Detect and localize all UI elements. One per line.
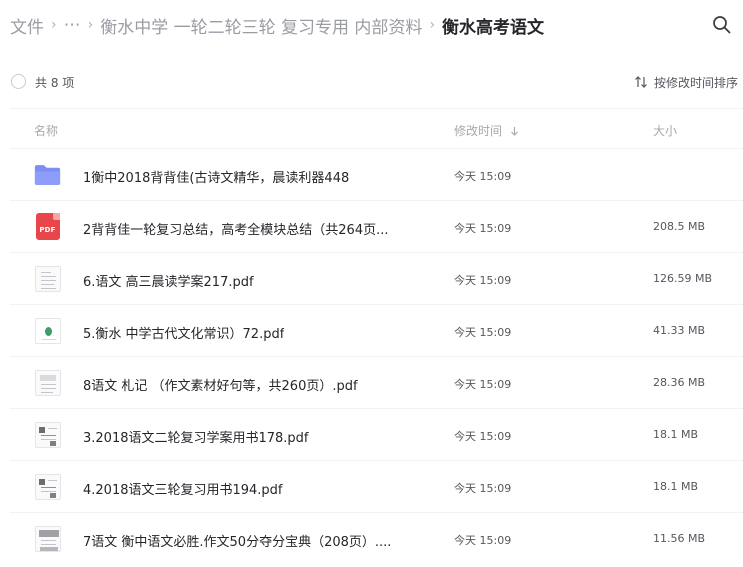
document-thumbnail <box>34 369 61 396</box>
sort-icon <box>635 76 647 88</box>
file-name: 3.2018语文二轮复习学案用书178.pdf <box>83 431 309 446</box>
file-browser: 文件 › ⋯ › 衡水中学 一轮二轮三轮 复习专用 内部资料 › 衡水高考语文 … <box>0 0 743 567</box>
file-name: 1衡中2018背背佳(古诗文精华，晨读利器448 <box>83 171 350 186</box>
file-modified-time: 今天 15:09 <box>454 430 512 443</box>
file-size: 11.56 MB <box>653 532 706 545</box>
breadcrumb-separator-icon: › <box>429 17 436 33</box>
file-modified-time: 今天 15:09 <box>454 326 512 339</box>
file-size: 41.33 MB <box>653 324 706 337</box>
document-thumbnail <box>34 265 61 292</box>
file-name: 2背背佳一轮复习总结，高考全模块总结（共264页... <box>83 223 389 238</box>
file-name: 6.语文 高三晨读学案217.pdf <box>83 275 254 290</box>
file-name: 4.2018语文三轮复习用书194.pdf <box>83 483 283 498</box>
file-size: 126.59 MB <box>653 272 713 285</box>
select-all-checkbox[interactable] <box>11 74 26 89</box>
document-thumbnail <box>34 525 61 552</box>
file-size: 28.36 MB <box>653 376 706 389</box>
breadcrumb-root[interactable]: 文件 <box>10 13 44 38</box>
file-size: 18.1 MB <box>653 428 699 441</box>
item-count: 共 8 项 <box>35 76 75 90</box>
list-toolbar: 共 8 项 按修改时间排序 <box>0 66 743 98</box>
column-header: 名称 修改时间 大小 <box>10 108 743 148</box>
file-size: 18.1 MB <box>653 480 699 493</box>
breadcrumb-separator-icon: › <box>87 17 94 33</box>
breadcrumb-ellipsis[interactable]: ⋯ <box>64 15 81 35</box>
column-name[interactable]: 名称 <box>34 122 58 139</box>
file-row[interactable]: 5.衡水 中学古代文化常识）72.pdf 今天 15:09 41.33 MB <box>10 304 743 356</box>
file-size: 208.5 MB <box>653 220 706 233</box>
breadcrumb: 文件 › ⋯ › 衡水中学 一轮二轮三轮 复习专用 内部资料 › 衡水高考语文 <box>10 10 544 40</box>
breadcrumb-parent-folder[interactable]: 衡水中学 一轮二轮三轮 复习专用 内部资料 <box>100 13 422 38</box>
file-row[interactable]: 1衡中2018背背佳(古诗文精华，晨读利器448 今天 15:09 <box>10 148 743 200</box>
file-row[interactable]: 6.语文 高三晨读学案217.pdf 今天 15:09 126.59 MB <box>10 252 743 304</box>
search-button[interactable] <box>711 14 733 36</box>
breadcrumb-separator-icon: › <box>51 17 57 33</box>
file-modified-time: 今天 15:09 <box>454 274 512 287</box>
file-row[interactable]: 7语文 衡中语文必胜.作文50分夺分宝典（208页）.... 今天 15:09 … <box>10 512 743 564</box>
sort-label: 按修改时间排序 <box>653 75 738 90</box>
file-list: 1衡中2018背背佳(古诗文精华，晨读利器448 今天 15:09 PDF 2背… <box>10 148 743 564</box>
file-modified-time: 今天 15:09 <box>454 482 512 495</box>
file-row[interactable]: 3.2018语文二轮复习学案用书178.pdf 今天 15:09 18.1 MB <box>10 408 743 460</box>
document-thumbnail <box>34 421 61 448</box>
file-row[interactable]: 4.2018语文三轮复习用书194.pdf 今天 15:09 18.1 MB <box>10 460 743 512</box>
sort-toggle[interactable]: 按修改时间排序 <box>634 72 738 92</box>
pdf-icon: PDF <box>34 213 61 240</box>
folder-icon <box>34 161 61 188</box>
document-thumbnail <box>34 473 61 500</box>
sort-down-arrow-icon <box>511 126 518 136</box>
file-name: 8语文 札记 （作文素材好句等，共260页）.pdf <box>83 379 358 394</box>
file-name: 5.衡水 中学古代文化常识）72.pdf <box>83 327 285 342</box>
file-name: 7语文 衡中语文必胜.作文50分夺分宝典（208页）.... <box>83 535 392 550</box>
file-row[interactable]: PDF 2背背佳一轮复习总结，高考全模块总结（共264页... 今天 15:09… <box>10 200 743 252</box>
file-row[interactable]: 8语文 札记 （作文素材好句等，共260页）.pdf 今天 15:09 28.3… <box>10 356 743 408</box>
file-modified-time: 今天 15:09 <box>454 534 512 547</box>
breadcrumb-current-folder: 衡水高考语文 <box>442 17 545 38</box>
column-modified-time[interactable]: 修改时间 <box>454 122 519 139</box>
column-modified-time-label: 修改时间 <box>454 124 503 138</box>
file-modified-time: 今天 15:09 <box>454 170 512 183</box>
column-size[interactable]: 大小 <box>653 122 677 139</box>
document-thumbnail <box>34 317 61 344</box>
file-modified-time: 今天 15:09 <box>454 222 512 235</box>
file-modified-time: 今天 15:09 <box>454 378 512 391</box>
search-icon <box>713 16 731 34</box>
pdf-badge-text: PDF <box>39 226 56 234</box>
